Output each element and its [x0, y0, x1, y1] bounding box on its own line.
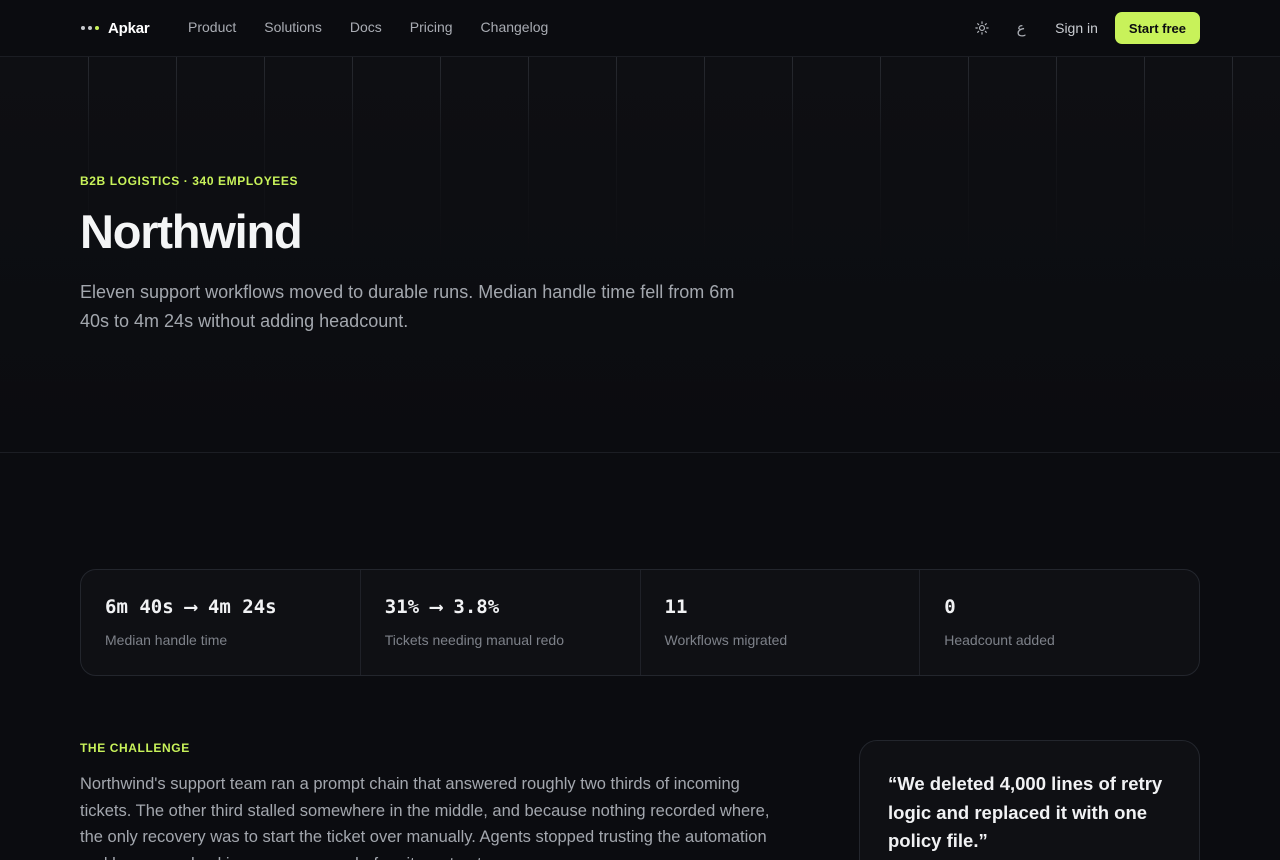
brand-name: Apkar [108, 19, 150, 37]
stat-label: Workflows migrated [664, 632, 788, 648]
hero-eyebrow: B2B LOGISTICS · 340 EMPLOYEES [80, 174, 299, 188]
stat-label: Headcount added [944, 632, 1055, 648]
grid-line [704, 57, 705, 257]
grid-line [352, 57, 353, 257]
stat-workflows-migrated: 11 Workflows migrated [641, 570, 921, 675]
nav-link-pricing[interactable]: Pricing [410, 19, 453, 35]
quote-card: “We deleted 4,000 lines of retry logic a… [859, 740, 1200, 860]
grid-line [1232, 57, 1233, 257]
grid-line [792, 57, 793, 257]
stats-card: 6m 40s ⟶ 4m 24s Median handle time 31% ⟶… [80, 569, 1200, 676]
nav-link-solutions[interactable]: Solutions [264, 19, 322, 35]
stat-value: 11 [664, 596, 688, 618]
start-free-button[interactable]: Start free [1114, 12, 1200, 44]
quote-text: “We deleted 4,000 lines of retry logic a… [888, 773, 1163, 851]
logo-dots-icon [81, 26, 99, 30]
stat-label: Median handle time [105, 632, 228, 648]
challenge-eyebrow: THE CHALLENGE [80, 741, 190, 755]
challenge-body: Northwind's support team ran a prompt ch… [80, 775, 770, 860]
sun-icon [975, 21, 989, 35]
grid-line [1056, 57, 1057, 257]
theme-toggle-button[interactable] [972, 18, 992, 38]
brand-logo[interactable]: Apkar [81, 18, 150, 38]
nav-actions: ع Sign in Start free [972, 12, 1200, 44]
grid-line [528, 57, 529, 257]
grid-line [616, 57, 617, 257]
nav-link-docs[interactable]: Docs [350, 19, 382, 35]
nav-link-changelog[interactable]: Changelog [481, 19, 549, 35]
top-nav: Apkar Product Solutions Docs Pricing Cha… [0, 0, 1280, 57]
stat-value: 6m 40s ⟶ 4m 24s [105, 596, 277, 618]
stat-value: 0 [944, 596, 956, 618]
stat-median-handle-time: 6m 40s ⟶ 4m 24s Median handle time [81, 570, 361, 675]
grid-line [1144, 57, 1145, 257]
grid-line [968, 57, 969, 257]
hero-subtitle: Eleven support workflows moved to durabl… [80, 282, 735, 331]
page: Apkar Product Solutions Docs Pricing Cha… [0, 0, 1280, 860]
language-toggle-button[interactable]: ع [1011, 18, 1031, 38]
hero-section: B2B LOGISTICS · 340 EMPLOYEES Northwind … [0, 57, 1280, 453]
stat-value: 31% ⟶ 3.8% [384, 596, 500, 618]
sign-in-link[interactable]: Sign in [1055, 20, 1098, 36]
page-title: Northwind [80, 205, 303, 258]
stat-label: Tickets needing manual redo [384, 632, 565, 648]
nav-link-product[interactable]: Product [188, 19, 236, 35]
stat-headcount-added: 0 Headcount added [920, 570, 1199, 675]
nav-links: Product Solutions Docs Pricing Changelog [188, 19, 548, 35]
stat-manual-redo: 31% ⟶ 3.8% Tickets needing manual redo [361, 570, 641, 675]
grid-line [440, 57, 441, 257]
grid-line [880, 57, 881, 257]
